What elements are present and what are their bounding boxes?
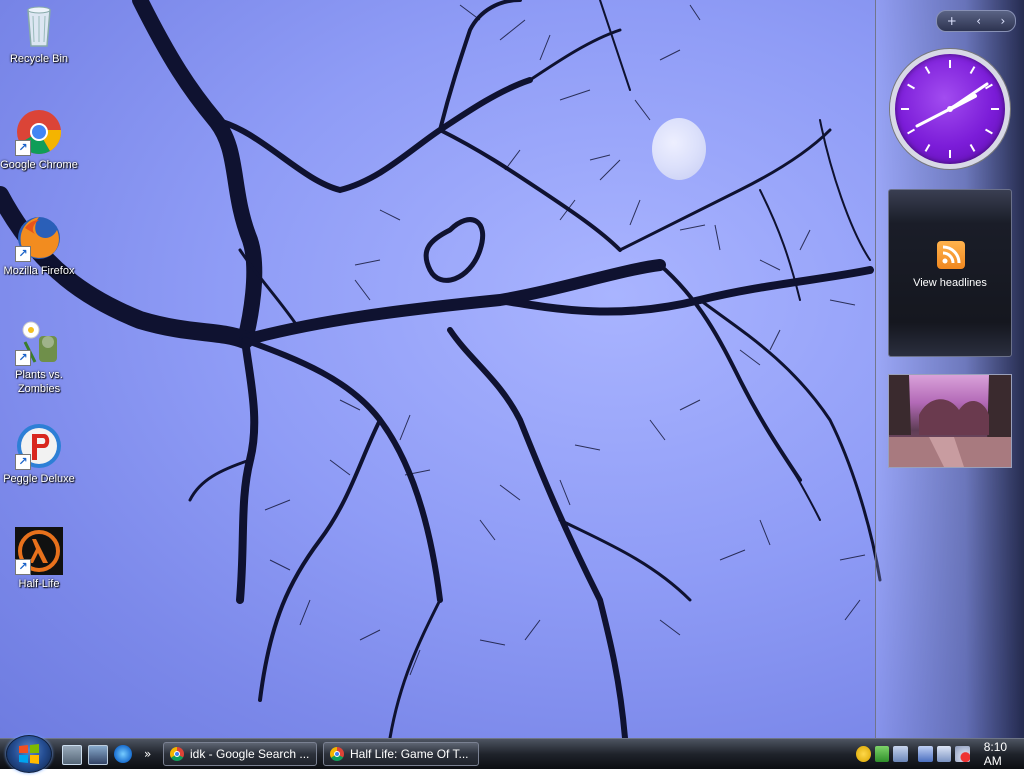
firefox-icon: ↗ (15, 214, 63, 262)
tree-wallpaper (0, 0, 882, 738)
taskbar-button-label: idk - Google Search ... (190, 747, 310, 761)
sidebar-controls: + ‹ › (936, 10, 1016, 32)
shortcut-arrow-icon: ↗ (15, 454, 31, 470)
desktop-icon-label: Mozilla Firefox (3, 265, 75, 277)
windows-sidebar: + ‹ › (875, 0, 1024, 738)
next-page-button[interactable]: › (1000, 14, 1005, 28)
shortcut-arrow-icon: ↗ (15, 140, 31, 156)
windows-defender-icon[interactable] (874, 746, 890, 762)
desktop-icon-half-life[interactable]: ↗ Half-Life (0, 527, 78, 591)
rss-icon (937, 241, 965, 269)
feed-headlines-gadget[interactable]: View headlines (888, 189, 1012, 357)
recycle-bin-icon (15, 2, 63, 50)
desktop-icon-label: Peggle Deluxe (3, 473, 75, 485)
slideshow-gadget[interactable] (888, 374, 1012, 468)
shortcut-arrow-icon: ↗ (15, 350, 31, 366)
switch-windows-icon[interactable] (88, 745, 108, 765)
chrome-icon: ↗ (15, 108, 63, 156)
desktop-icon-recycle-bin[interactable]: Recycle Bin (0, 2, 78, 66)
desktop-icon-chrome[interactable]: ↗ Google Chrome (0, 108, 78, 172)
desktop-icon-label: Plants vs. Zombies (15, 369, 63, 395)
moon-wallpaper-detail (652, 118, 706, 180)
analog-clock-icon[interactable] (890, 49, 1010, 169)
desktop-icon-label: Half-Life (18, 578, 60, 590)
internet-explorer-icon[interactable] (114, 745, 132, 763)
show-desktop-icon[interactable] (62, 745, 82, 765)
taskbar-button-label: Half Life: Game Of T... (350, 747, 469, 761)
quick-launch: » (62, 745, 151, 765)
overflow-chevron-icon[interactable]: » (144, 745, 151, 765)
system-tray: 8:10 AM (852, 739, 1024, 769)
desktop[interactable]: Recycle Bin ↗ Google Chrome ↗ Mozilla Fi… (0, 0, 1024, 738)
add-gadget-button[interactable]: + (947, 14, 957, 28)
previous-page-button[interactable]: ‹ (976, 14, 981, 28)
view-headlines-label[interactable]: View headlines (889, 277, 1011, 289)
network-connection-icon[interactable] (936, 746, 952, 762)
peggle-icon: ↗ (15, 422, 63, 470)
taskbar: » idk - Google Search ... Half Life: Gam… (0, 735, 1024, 773)
plants-vs-zombies-icon: ↗ (15, 318, 63, 366)
taskbar-button-half-life[interactable]: Half Life: Game Of T... (323, 742, 479, 766)
half-life-icon: ↗ (15, 527, 63, 575)
taskbar-button-google-search[interactable]: idk - Google Search ... (163, 742, 317, 766)
desktop-icon-firefox[interactable]: ↗ Mozilla Firefox (0, 214, 78, 278)
shortcut-arrow-icon: ↗ (15, 559, 31, 575)
taskbar-clock[interactable]: 8:10 AM (984, 740, 1024, 768)
desktop-icon-label: Google Chrome (0, 159, 78, 171)
windows-start-icon[interactable] (6, 735, 52, 773)
volume-muted-icon[interactable] (955, 746, 970, 762)
security-warning-icon[interactable] (856, 746, 871, 762)
network-icon[interactable] (893, 746, 908, 762)
desktop-icon-peggle[interactable]: ↗ Peggle Deluxe (0, 422, 78, 486)
shortcut-arrow-icon: ↗ (15, 246, 31, 262)
chrome-icon (330, 747, 344, 761)
chrome-icon (170, 747, 184, 761)
desktop-icon-label: Recycle Bin (9, 53, 69, 65)
display-icon[interactable] (917, 746, 933, 762)
desktop-icon-plants-vs-zombies[interactable]: ↗ Plants vs. Zombies (0, 318, 78, 396)
